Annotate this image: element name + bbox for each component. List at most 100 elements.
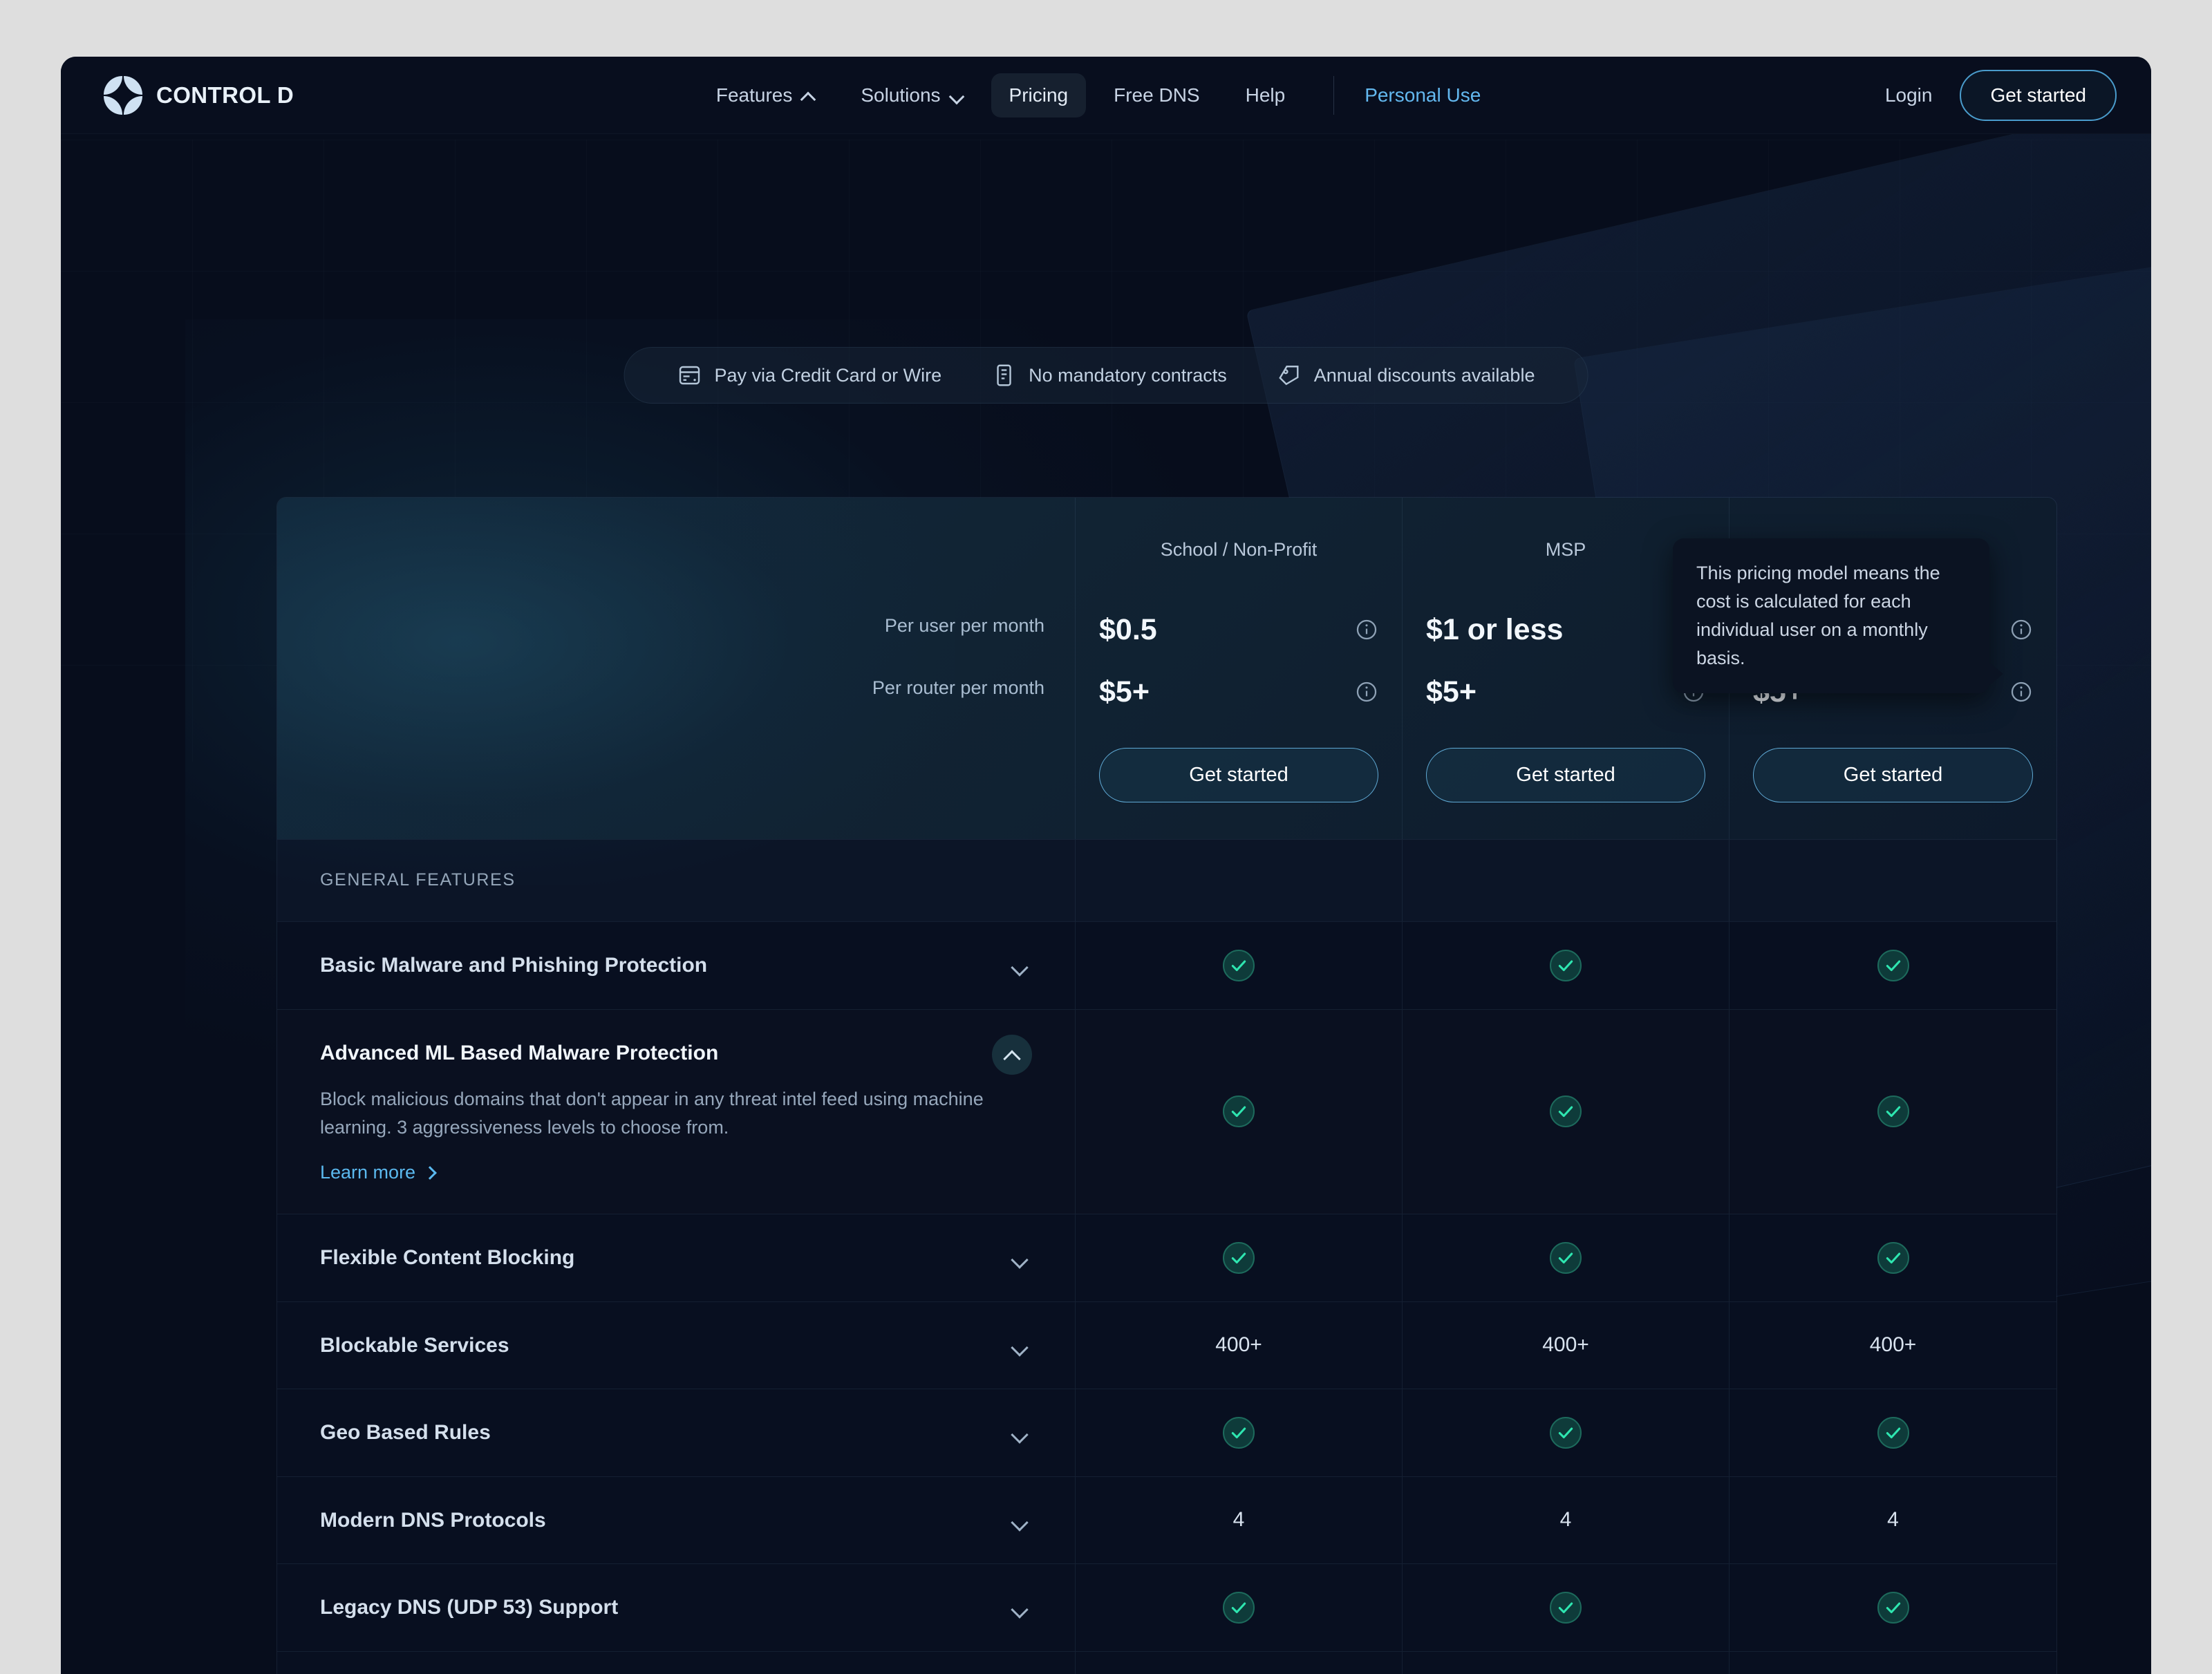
feature-value-cell: 400+ [1076,1301,1403,1389]
feature-value-cell [1076,1389,1403,1476]
plan-per-router-price: $5+ [1099,661,1378,723]
nav-item-pricing[interactable]: Pricing [991,73,1087,117]
table-row: Advanced ML Based Malware Protection Blo… [277,1008,2056,1214]
badge-annual-discounts: Annual discounts available [1252,363,1560,388]
nav-item-free-dns-label: Free DNS [1114,84,1200,106]
check-icon [1550,1591,1582,1624]
feature-value: 400+ [1542,1333,1589,1357]
feature-label-cell[interactable] [277,1651,1076,1674]
feature-value-cell [1403,1389,1730,1476]
feature-label-cell[interactable]: Legacy DNS (UDP 53) Support [277,1564,1076,1651]
chevron-up-icon[interactable] [992,1034,1032,1075]
feature-value-cell [1730,1564,2056,1651]
learn-more-label: Learn more [320,1162,416,1183]
nav-item-features-label: Features [715,84,793,106]
chevron-right-icon [423,1165,437,1180]
feature-value-cell [1076,1651,1403,1674]
brand-logo[interactable]: CONTROL D [104,75,294,115]
feature-label-cell[interactable]: Blockable Services [277,1301,1076,1389]
chevron-down-icon[interactable] [1007,1510,1032,1535]
feature-label-cell[interactable]: Modern DNS Protocols [277,1476,1076,1563]
nav-item-solutions[interactable]: Solutions [843,73,981,117]
price-value: $1 or less [1426,612,1564,646]
feature-label-cell[interactable]: Flexible Content Blocking [277,1214,1076,1301]
check-icon [1877,949,1909,981]
feature-value-cell [1730,1010,2056,1214]
check-icon [1877,1241,1909,1274]
nav-divider [1333,75,1335,115]
feature-value-cell: 400+ [1403,1301,1730,1389]
badge-label: No mandatory contracts [1029,364,1227,386]
badge-label: Pay via Credit Card or Wire [714,364,942,386]
feature-value-cell [1730,1214,2056,1301]
table-row: Legacy DNS (UDP 53) Support [277,1563,2056,1651]
feature-value: 400+ [1869,1333,1917,1357]
feature-value: 4 [1559,1508,1572,1532]
check-icon [1877,1095,1909,1128]
nav-item-pricing-label: Pricing [1009,84,1069,106]
feature-label-cell[interactable]: Basic Malware and Phishing Protection [277,922,1076,1009]
table-row: Blockable Services 400+ 400+ 400+ [277,1301,2056,1389]
feature-label-cell[interactable]: Advanced ML Based Malware Protection Blo… [277,1009,1076,1214]
feature-name: Modern DNS Protocols [320,1508,546,1532]
contract-document-icon [996,364,1011,386]
check-icon [1223,1095,1255,1128]
chevron-down-icon[interactable] [1007,1597,1032,1622]
feature-value-cell [1403,1214,1730,1301]
feature-value-cell [1730,922,2056,1009]
feature-value-cell [1730,1652,2056,1674]
badge-no-mandatory-contracts: No mandatory contracts [966,363,1252,388]
section-title-general-features: GENERAL FEATURES [320,870,516,890]
login-link[interactable]: Login [1885,84,1933,106]
feature-value-cell [1403,1009,1730,1214]
table-row: Geo Based Rules [277,1389,2056,1476]
chevron-down-icon[interactable] [1007,1422,1032,1447]
check-icon [1877,1591,1909,1624]
chevron-up-icon [801,88,815,102]
chevron-down-icon[interactable] [1007,955,1032,980]
feature-label-cell[interactable]: Geo Based Rules [277,1389,1076,1476]
get-started-button[interactable]: Get started [1960,69,2117,121]
chevron-down-icon[interactable] [1007,1335,1032,1360]
row-label-per-router: Per router per month [872,677,1044,698]
table-row: Modern DNS Protocols 4 4 4 [277,1476,2056,1563]
feature-name: Geo Based Rules [320,1421,491,1444]
nav-item-free-dns[interactable]: Free DNS [1096,73,1217,117]
table-row: Flexible Content Blocking [277,1214,2056,1301]
price-value: $5+ [1099,675,1150,708]
plan-get-started-button[interactable]: Get started [1426,748,1705,802]
chevron-down-icon[interactable] [1007,1248,1032,1272]
feature-value-cell [1403,922,1730,1009]
nav-item-help[interactable]: Help [1228,73,1304,117]
info-icon[interactable] [1355,680,1378,704]
badge-label: Annual discounts available [1313,364,1535,386]
feature-name: Advanced ML Based Malware Protection [320,1041,719,1064]
feature-value: 4 [1887,1508,1899,1532]
feature-value-cell [1076,1564,1403,1651]
feature-value-cell [1076,922,1403,1009]
check-icon [1550,1416,1582,1449]
learn-more-link[interactable]: Learn more [320,1162,437,1183]
plan-get-started-button[interactable]: Get started [1753,748,2033,802]
feature-name: Legacy DNS (UDP 53) Support [320,1596,619,1619]
nav-item-personal-use[interactable]: Personal Use [1365,84,1481,106]
section-header-row: GENERAL FEATURES [277,839,2056,921]
feature-value-cell [1076,1009,1403,1214]
plan-per-user-price: $0.5 [1099,599,1378,661]
check-icon [1877,1416,1909,1449]
feature-badges-bar: Pay via Credit Card or Wire No mandatory… [624,347,1588,404]
info-icon[interactable] [2009,680,2033,704]
top-navigation-bar: CONTROL D Features Solutions Pricing Fre… [61,57,2151,134]
row-label-per-user: Per user per month [884,615,1044,636]
price-tag-icon [1279,366,1299,386]
info-icon[interactable] [1355,618,1378,641]
plan-get-started-button[interactable]: Get started [1099,748,1378,802]
info-icon[interactable] [2009,618,2033,641]
table-row [277,1651,2056,1674]
plan-per-user-price: $1 or less [1426,599,1705,661]
feature-value: 4 [1232,1508,1245,1532]
chevron-down-icon [950,88,964,102]
nav-item-features[interactable]: Features [698,73,834,117]
nav-actions: Login Get started [1885,69,2117,121]
feature-value-cell [1403,1564,1730,1651]
